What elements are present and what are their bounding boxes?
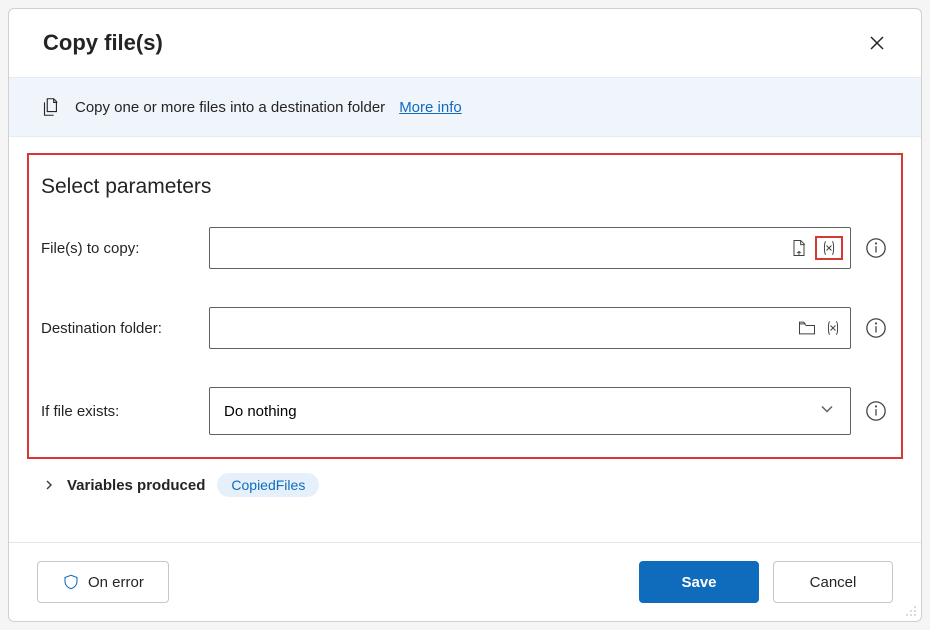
files-to-copy-label: File(s) to copy: [41, 240, 209, 257]
destination-folder-input[interactable] [209, 307, 851, 349]
shield-icon [62, 573, 80, 591]
more-info-link[interactable]: More info [399, 99, 462, 116]
browse-folder-button[interactable] [797, 318, 817, 338]
save-label: Save [681, 574, 716, 591]
copy-files-dialog: Copy file(s) Copy one or more files into… [8, 8, 922, 622]
variable-icon [819, 238, 839, 258]
banner-text: Copy one or more files into a destinatio… [75, 99, 385, 116]
folder-icon [797, 318, 817, 338]
if-file-exists-value: Do nothing [224, 403, 297, 420]
info-icon [865, 237, 887, 259]
on-error-label: On error [88, 574, 144, 591]
insert-variable-button[interactable] [823, 318, 843, 338]
select-file-button[interactable] [789, 238, 809, 258]
info-banner: Copy one or more files into a destinatio… [9, 77, 921, 137]
if-file-exists-label: If file exists: [41, 403, 209, 420]
if-file-exists-info[interactable] [863, 398, 889, 424]
resize-grip-icon[interactable] [903, 603, 917, 617]
field-if-file-exists: If file exists: Do nothing [41, 387, 889, 435]
variables-produced-label: Variables produced [67, 477, 205, 494]
variables-expander[interactable] [43, 479, 55, 491]
files-to-copy-info[interactable] [863, 235, 889, 261]
cancel-button[interactable]: Cancel [773, 561, 893, 603]
save-button[interactable]: Save [639, 561, 759, 603]
destination-folder-info[interactable] [863, 315, 889, 341]
field-destination-folder: Destination folder: [41, 307, 889, 349]
destination-folder-label: Destination folder: [41, 320, 209, 337]
parameters-title: Select parameters [41, 175, 889, 199]
info-icon [865, 317, 887, 339]
chevron-right-icon [43, 479, 55, 491]
close-icon [869, 35, 885, 51]
on-error-button[interactable]: On error [37, 561, 169, 603]
dialog-header: Copy file(s) [9, 9, 921, 77]
insert-variable-button[interactable] [815, 236, 843, 260]
file-picker-icon [789, 238, 809, 258]
variables-produced-row: Variables produced CopiedFiles [9, 459, 921, 497]
copy-files-icon [39, 96, 61, 118]
dialog-title: Copy file(s) [43, 30, 163, 56]
variable-icon [823, 318, 843, 338]
files-to-copy-input[interactable] [209, 227, 851, 269]
parameters-section: Select parameters File(s) to copy: De [27, 153, 903, 459]
close-button[interactable] [861, 27, 893, 59]
dialog-footer: On error Save Cancel [9, 542, 921, 621]
cancel-label: Cancel [810, 574, 857, 591]
info-icon [865, 400, 887, 422]
if-file-exists-select[interactable]: Do nothing [209, 387, 851, 435]
field-files-to-copy: File(s) to copy: [41, 227, 889, 269]
variable-chip-copiedfiles[interactable]: CopiedFiles [217, 473, 319, 497]
